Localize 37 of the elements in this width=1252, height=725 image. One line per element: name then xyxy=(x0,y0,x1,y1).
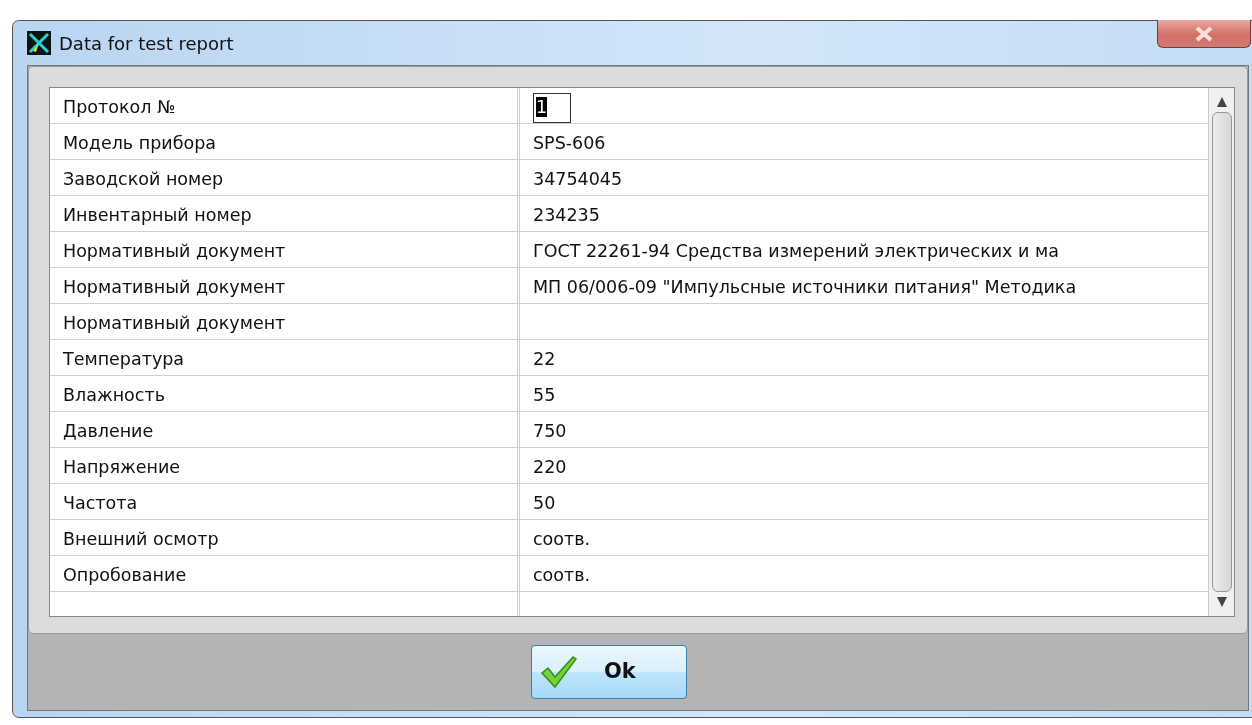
checkmark-icon xyxy=(540,655,578,689)
field-label: Внешний осмотр xyxy=(50,520,520,555)
field-value[interactable]: SPS-606 xyxy=(533,133,606,153)
field-label: Давление xyxy=(50,412,520,447)
field-value[interactable]: 34754045 xyxy=(533,169,623,189)
field-label: Инвентарный номер xyxy=(50,196,520,231)
scroll-up-icon[interactable] xyxy=(1215,96,1228,108)
field-label: Частота xyxy=(50,484,520,519)
field-label: Модель прибора xyxy=(50,124,520,159)
field-value[interactable]: 220 xyxy=(533,457,567,477)
field-value[interactable]: МП 06/006-09 "Импульсные источники питания" Методика xyxy=(533,277,1077,297)
app-icon xyxy=(27,31,51,55)
close-icon xyxy=(1194,25,1214,42)
field-label: Температура xyxy=(50,340,520,375)
field-value[interactable]: соотв. xyxy=(533,529,591,549)
field-value[interactable]: ГОСТ 22261-94 Средства измерений электрических и ма xyxy=(533,241,1059,261)
scroll-thumb[interactable] xyxy=(1211,112,1232,592)
field-value[interactable]: 750 xyxy=(533,421,567,441)
field-label: Напряжение xyxy=(50,448,520,483)
field-label: Опробование xyxy=(50,556,520,591)
field-label: Заводской номер xyxy=(50,160,520,195)
field-label: Влажность xyxy=(50,376,520,411)
scrollbar[interactable] xyxy=(1208,88,1234,616)
field-label: Нормативный документ xyxy=(50,268,520,303)
field-value[interactable]: 55 xyxy=(533,385,556,405)
window-title: Data for test report xyxy=(59,31,234,56)
field-label: Протокол № xyxy=(50,88,520,123)
field-label: Нормативный документ xyxy=(50,304,520,339)
field-value[interactable]: 234235 xyxy=(533,205,600,225)
field-value[interactable]: 50 xyxy=(533,493,556,513)
ok-button[interactable]: Ok xyxy=(531,645,687,699)
field-value[interactable]: соотв. xyxy=(533,565,591,585)
close-button[interactable] xyxy=(1157,20,1251,48)
scroll-down-icon[interactable] xyxy=(1215,596,1228,608)
field-label: Нормативный документ xyxy=(50,232,520,267)
value-input[interactable]: 1 xyxy=(533,93,571,123)
field-value[interactable]: 22 xyxy=(533,349,556,369)
